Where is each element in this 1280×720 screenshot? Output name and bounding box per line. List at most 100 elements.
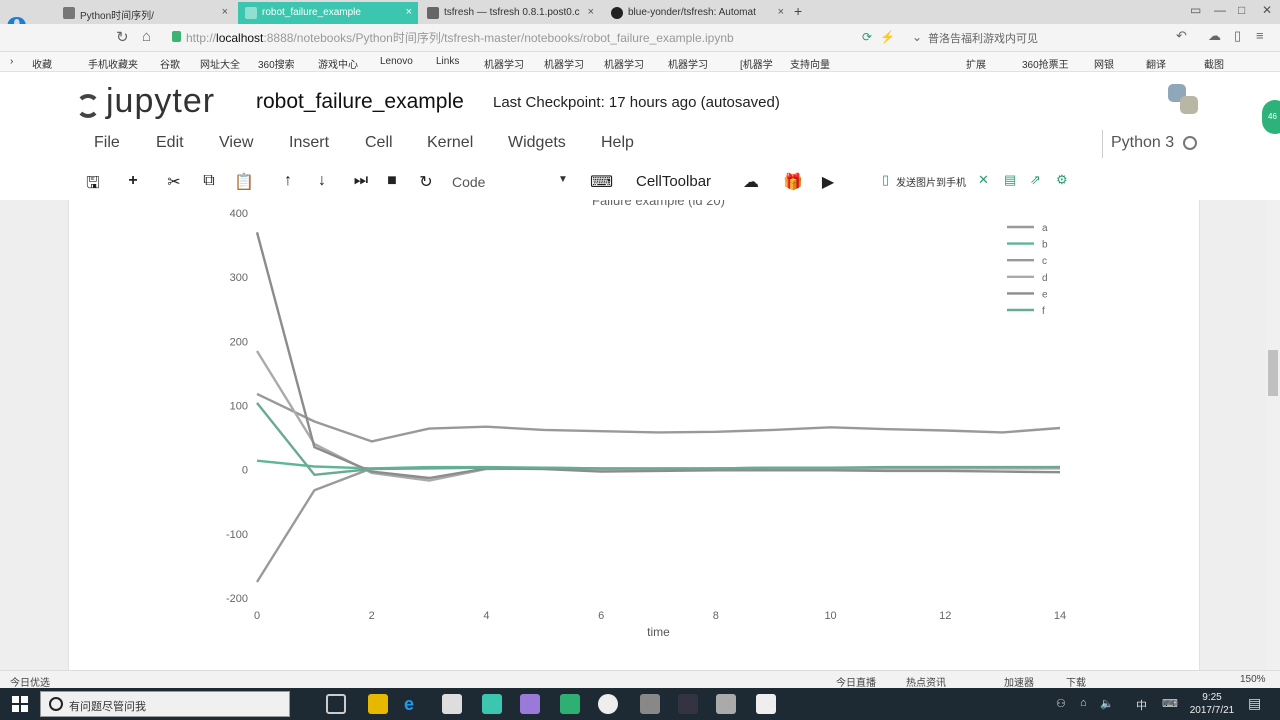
bookmark-item[interactable]: 机器学习 <box>484 56 524 71</box>
cloud-icon[interactable]: ☁ <box>1208 28 1221 44</box>
task-view-icon[interactable] <box>326 694 346 714</box>
close-window-icon[interactable]: ✕ <box>1262 3 1272 17</box>
menu-help[interactable]: Help <box>601 134 634 152</box>
restore-icon[interactable]: — <box>1214 3 1226 17</box>
side-badge[interactable]: 46 <box>1262 100 1280 134</box>
home-icon[interactable]: ⌂ <box>142 28 151 45</box>
volume-icon[interactable]: 🔈 <box>1100 697 1114 710</box>
settings-icon[interactable]: ⚙ <box>1056 172 1068 188</box>
tab-robot-failure[interactable]: robot_failure_example × <box>238 2 418 24</box>
cortana-search[interactable]: 有问题尽管问我 <box>40 691 290 717</box>
news-link[interactable]: 热点资讯 <box>906 674 946 689</box>
doc-icon[interactable]: ▤ <box>1004 172 1016 188</box>
run-cell-icon[interactable]: ⏭ <box>350 172 372 190</box>
menu-file[interactable]: File <box>94 134 120 152</box>
video-icon[interactable]: ▶ <box>817 172 839 192</box>
cell-toolbar-button[interactable]: CellToolbar <box>636 173 711 190</box>
bookmark-item[interactable]: 手机收藏夹 <box>88 56 138 71</box>
menu-widgets[interactable]: Widgets <box>508 134 566 152</box>
jupyter-logo[interactable]: jupyter <box>74 80 244 124</box>
app-icon[interactable] <box>560 694 580 714</box>
bookmark-item[interactable]: 机器学习 <box>604 56 644 71</box>
undo-icon[interactable]: ↶ <box>1176 28 1187 44</box>
bookmark-item[interactable]: 网银 <box>1094 56 1114 71</box>
bookmark-item[interactable]: [机器学 <box>740 56 773 71</box>
close-icon[interactable]: × <box>778 6 784 18</box>
new-tab-button[interactable]: + <box>794 3 802 19</box>
bookmark-item[interactable]: 360抢票王 <box>1022 56 1069 71</box>
share-icon[interactable]: ⇗ <box>1030 172 1041 188</box>
system-clock[interactable]: 9:25 2017/7/21 <box>1186 691 1238 717</box>
app-icon[interactable] <box>716 694 736 714</box>
maximize-icon[interactable]: □ <box>1238 3 1245 17</box>
keyboard-tray-icon[interactable]: ⌨ <box>1162 697 1178 710</box>
notification-icon[interactable]: ▤ <box>1248 695 1261 712</box>
close-icon[interactable]: × <box>588 6 594 18</box>
tab-tsfresh-docs[interactable]: tsfresh — tsfresh 0.8.1.post0.c × <box>420 2 600 24</box>
close-icon[interactable]: × <box>222 6 228 18</box>
bookmark-item[interactable]: 机器学习 <box>668 56 708 71</box>
bookmark-item[interactable]: 截图 <box>1204 56 1224 71</box>
keyboard-icon[interactable]: ⌨ <box>590 172 613 192</box>
people-icon[interactable]: ⚇ <box>1056 697 1066 710</box>
notebook-name[interactable]: robot_failure_example <box>256 90 464 114</box>
restart-icon[interactable]: ↻ <box>415 172 437 192</box>
close-icon[interactable]: × <box>406 6 412 18</box>
download-link[interactable]: 下载 <box>1066 674 1086 689</box>
tab-github[interactable]: blue-yonder/tsfresh: Automat × <box>604 2 790 24</box>
add-cell-icon[interactable]: + <box>122 172 144 190</box>
vertical-scrollbar[interactable] <box>1266 200 1280 670</box>
bookmark-item[interactable]: 游戏中心 <box>318 56 358 71</box>
reader-icon[interactable]: ▯ <box>1234 28 1241 44</box>
lightning-icon[interactable]: ⚡ <box>880 30 895 44</box>
send-to-phone-button[interactable]: 发送图片到手机 <box>896 174 966 189</box>
chrome-icon[interactable] <box>598 694 618 714</box>
bookmark-item[interactable]: Lenovo <box>380 56 413 67</box>
copy-icon[interactable]: ⧉ <box>198 172 220 190</box>
tab-python-series[interactable]: Python时间序列/ × <box>56 2 234 24</box>
refresh-icon[interactable]: ↻ <box>116 28 129 46</box>
bookmark-item[interactable]: 扩展 <box>966 56 986 71</box>
bookmark-item[interactable]: Links <box>436 56 459 67</box>
browser360-icon[interactable] <box>482 694 502 714</box>
today-picks[interactable]: 今日优选 <box>10 674 50 689</box>
chevron-icon[interactable]: › <box>10 56 13 67</box>
menu-insert[interactable]: Insert <box>289 134 329 152</box>
ime-indicator[interactable]: 中 <box>1136 697 1147 713</box>
live-link[interactable]: 今日直播 <box>836 674 876 689</box>
store-icon[interactable] <box>442 694 462 714</box>
bookmark-item[interactable]: 谷歌 <box>160 56 180 71</box>
menu-cell[interactable]: Cell <box>365 134 393 152</box>
sync-icon[interactable]: ⟳ <box>862 30 872 44</box>
ie-icon[interactable]: e <box>404 694 424 714</box>
cell-type-select[interactable]: Code ▼ <box>452 174 572 190</box>
phone-send-icon[interactable]: ▯ <box>882 172 889 188</box>
interrupt-icon[interactable]: ■ <box>381 172 403 190</box>
menu-edit[interactable]: Edit <box>156 134 184 152</box>
menu-kernel[interactable]: Kernel <box>427 134 473 152</box>
cloud-upload-icon[interactable]: ☁ <box>740 172 762 192</box>
bookmark-item[interactable]: 360搜索 <box>258 56 295 71</box>
move-down-icon[interactable]: ↓ <box>311 172 333 190</box>
bookmark-item[interactable]: 网址大全 <box>200 56 240 71</box>
app-icon[interactable] <box>756 694 776 714</box>
network-icon[interactable]: ⌂ <box>1080 697 1087 709</box>
bookmark-item[interactable]: 支持向量 <box>790 56 830 71</box>
url-field[interactable]: http://localhost:8888/notebooks/Python时间… <box>172 29 852 47</box>
app-icon[interactable] <box>520 694 540 714</box>
app-icon[interactable] <box>640 694 660 714</box>
cut-icon[interactable]: ✂ <box>163 172 185 192</box>
dropdown-icon[interactable]: ⌄ <box>912 30 922 44</box>
minimize-icon[interactable]: ▭ <box>1190 3 1201 17</box>
menu-icon[interactable]: ≡ <box>1256 28 1264 43</box>
windows-start-icon[interactable] <box>12 696 28 712</box>
accelerator-link[interactable]: 加速器 <box>1004 674 1034 689</box>
file-explorer-icon[interactable] <box>368 694 388 714</box>
move-up-icon[interactable]: ↑ <box>277 172 299 190</box>
bookmark-item[interactable]: 翻译 <box>1146 56 1166 71</box>
bookmark-item[interactable]: 机器学习 <box>544 56 584 71</box>
jupyter-app-icon[interactable] <box>678 694 698 714</box>
gift-icon[interactable]: 🎁 <box>782 172 804 192</box>
paste-icon[interactable]: 📋 <box>233 172 255 192</box>
bookmark-item[interactable]: 收藏 <box>32 56 52 71</box>
